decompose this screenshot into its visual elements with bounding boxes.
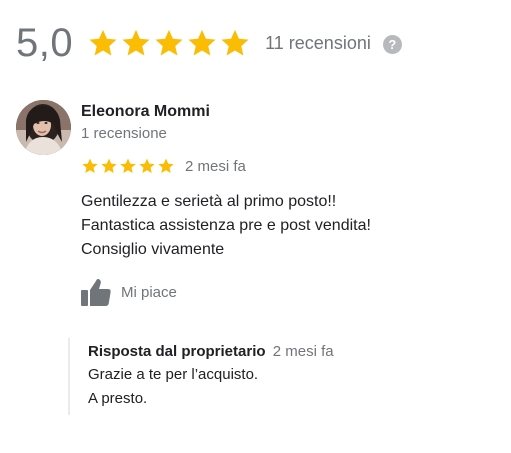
- like-label[interactable]: Mi piace: [121, 284, 177, 301]
- owner-response: Risposta dal proprietario 2 mesi fa Graz…: [68, 338, 508, 415]
- star-icon: [155, 29, 183, 56]
- author-name[interactable]: Eleonora Mommi: [81, 102, 491, 122]
- owner-response-date: 2 mesi fa: [272, 343, 334, 360]
- review-stars: [81, 157, 175, 175]
- review-text-line: Fantastica assistenza pre e post vendita…: [81, 217, 371, 234]
- star-icon: [158, 158, 174, 174]
- review-body: Eleonora Mommi 1 recensione 2 mesi fa Ge…: [81, 100, 491, 307]
- thumbs-up-icon[interactable]: [81, 278, 111, 306]
- owner-response-line: A presto.: [88, 390, 148, 407]
- owner-response-header: Risposta dal proprietario 2 mesi fa: [88, 341, 508, 363]
- review-count-link[interactable]: 11 recensioni: [265, 18, 371, 68]
- avatar[interactable]: [16, 100, 71, 155]
- star-icon: [188, 29, 216, 56]
- owner-response-title: Risposta dal proprietario: [88, 343, 266, 360]
- review-rating-row: 2 mesi fa: [81, 156, 491, 176]
- like-button[interactable]: Mi piace: [81, 277, 491, 307]
- author-review-count: 1 recensione: [81, 125, 167, 142]
- star-icon: [82, 158, 98, 174]
- help-icon[interactable]: ?: [382, 34, 402, 54]
- owner-response-line: Grazie a te per l’acquisto.: [88, 366, 259, 383]
- rating-summary: 5,0 11 recensioni ?: [16, 18, 402, 68]
- star-icon: [221, 29, 249, 56]
- review-date: 2 mesi fa: [185, 157, 246, 175]
- review-text-line: Consiglio vivamente: [81, 241, 225, 258]
- star-icon: [101, 158, 117, 174]
- star-icon: [122, 29, 150, 56]
- star-icon: [120, 158, 136, 174]
- star-icon: [89, 29, 117, 56]
- review-text-line: Gentilezza e serietà al primo posto!!: [81, 193, 337, 210]
- average-stars: [87, 27, 251, 59]
- avatar-photo: [16, 100, 71, 155]
- average-rating: 5,0: [16, 21, 74, 65]
- star-icon: [139, 158, 155, 174]
- owner-response-text: Grazie a te per l’acquisto. A presto.: [88, 363, 508, 411]
- review-text: Gentilezza e serietà al primo posto!! Fa…: [81, 190, 491, 262]
